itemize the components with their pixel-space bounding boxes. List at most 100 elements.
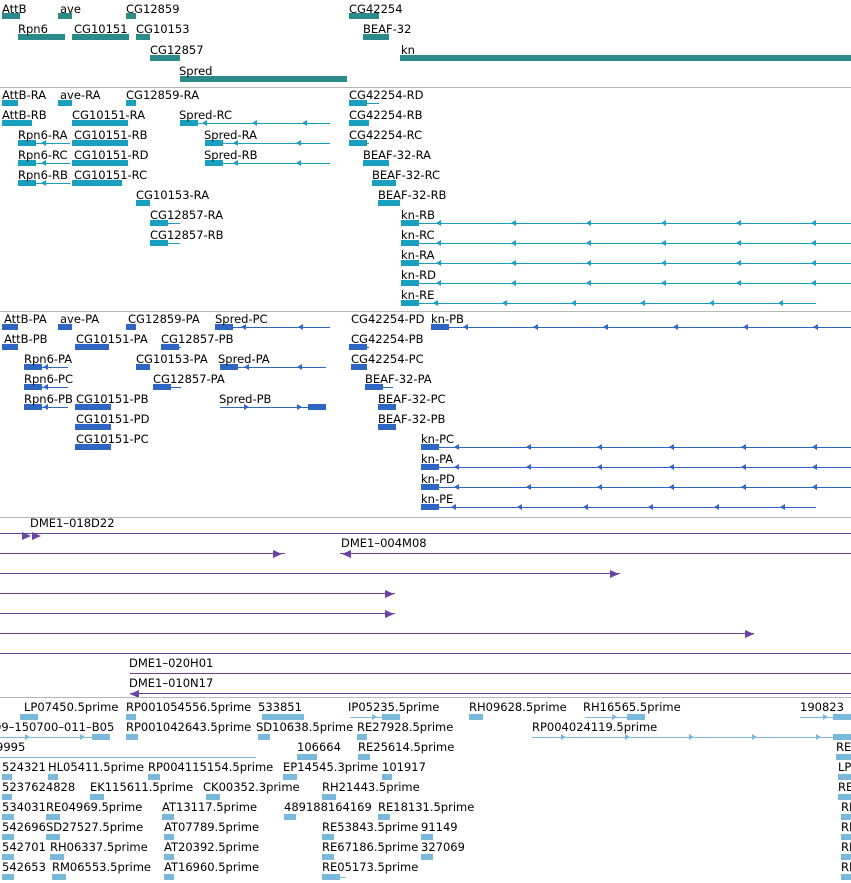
feature-cg12859-label[interactable]: CG12859: [126, 3, 180, 16]
feature-rm06553-5prime-label[interactable]: RM06553.5prime: [52, 861, 151, 874]
feature-rpn6-pa-label[interactable]: Rpn6-PA: [24, 353, 72, 366]
feature-rpn6-rb-label[interactable]: Rpn6-RB: [18, 169, 68, 182]
feature-dme1-020h01-glyph[interactable]: [130, 673, 851, 674]
feature-re-edge-2-label[interactable]: RE: [838, 781, 851, 794]
feature-327069-label[interactable]: 327069: [421, 841, 465, 854]
feature-beaf-32-label[interactable]: BEAF-32: [363, 23, 411, 36]
feature-dme1-010n17-glyph[interactable]: [130, 693, 851, 694]
feature-beaf-32-ra-label[interactable]: BEAF-32-RA: [363, 149, 431, 162]
feature-re53843-5prime-label[interactable]: RE53843.5prime: [322, 821, 418, 834]
feature-cg10151-ra-label[interactable]: CG10151-RA: [72, 109, 145, 122]
feature-kn-pb-label[interactable]: kn-PB: [431, 313, 464, 326]
feature-cg10151-pc-label[interactable]: CG10151-PC: [76, 433, 149, 446]
feature-rh09628-5prime-glyph[interactable]: [469, 714, 483, 720]
feature-cg10151-pb-label[interactable]: CG10151-PB: [76, 393, 149, 406]
feature-kn-pd-label[interactable]: kn-PD: [421, 473, 455, 486]
feature-ip05235-5prime-label[interactable]: IP05235.5prime: [348, 701, 439, 714]
feature-rp004024119-5prime-label[interactable]: RP004024119.5prime: [532, 721, 657, 734]
feature-dme1-018d22-glyph[interactable]: [0, 533, 851, 534]
feature-dme1-004m08-label[interactable]: DME1–004M08: [341, 537, 427, 550]
feature-ri-edge-4-glyph[interactable]: [841, 874, 851, 880]
feature-ri-edge-2-label[interactable]: RI: [841, 821, 851, 834]
feature-kn-ra-label[interactable]: kn-RA: [401, 249, 435, 262]
feature-cg12859-pa-label[interactable]: CG12859-PA: [128, 313, 200, 326]
feature-rp004115154-5prime-label[interactable]: RP004115154.5prime: [148, 761, 273, 774]
feature-attb-pa-label[interactable]: AttB-PA: [4, 313, 47, 326]
feature-dme1-004m08-glyph[interactable]: [0, 553, 285, 554]
feature-re-edge-1-label[interactable]: RE: [836, 741, 851, 754]
feature-re05173-5prime-label[interactable]: RE05173.5prime: [322, 861, 418, 874]
feature-cg10151-rd-label[interactable]: CG10151-RD: [74, 149, 149, 162]
feature-kn-pc-label[interactable]: kn-PC: [421, 433, 454, 446]
feature-rp001042643-5prime-glyph[interactable]: [126, 734, 138, 740]
feature-cg10151-pd-label[interactable]: CG10151-PD: [76, 413, 149, 426]
feature-spred-pc-label[interactable]: Spred-PC: [215, 313, 268, 326]
feature-cg12857-pb-label[interactable]: CG12857-PB: [161, 333, 234, 346]
feature-dme1-020h01-glyph[interactable]: [0, 573, 620, 574]
feature-beaf-32-rc-label[interactable]: BEAF-32-RC: [372, 169, 440, 182]
feature-dme1-020h01-glyph[interactable]: [0, 653, 851, 654]
feature-ave-ra-label[interactable]: ave-RA: [60, 89, 100, 102]
feature-kn-re-glyph[interactable]: [401, 303, 816, 304]
feature-attb-rb-label[interactable]: AttB-RB: [2, 109, 47, 122]
feature-cg10151-pa-label[interactable]: CG10151-PA: [76, 333, 148, 346]
feature-cg42254-label[interactable]: CG42254: [349, 3, 403, 16]
feature-190823-label[interactable]: 190823: [800, 701, 844, 714]
feature-rpn6-pc-label[interactable]: Rpn6-PC: [24, 373, 73, 386]
feature-beaf-32-pc-label[interactable]: BEAF-32-PC: [378, 393, 446, 406]
feature-489188164169-label[interactable]: 489188164169: [284, 801, 372, 814]
feature-beaf-32-pb-label[interactable]: BEAF-32-PB: [378, 413, 445, 426]
feature-dme1-020h01-glyph[interactable]: [0, 633, 754, 634]
feature-rpn6-pb-label[interactable]: Rpn6-PB: [24, 393, 73, 406]
feature-kn-ra-glyph[interactable]: [401, 263, 851, 264]
feature-lp-edge-label[interactable]: LP: [838, 761, 851, 774]
feature-kn-rd-label[interactable]: kn-RD: [401, 269, 436, 282]
feature-re25614-5prime-label[interactable]: RE25614.5prime: [358, 741, 454, 754]
feature-rpn6-ra-label[interactable]: Rpn6-RA: [18, 129, 67, 142]
feature-534031-label[interactable]: 534031: [2, 801, 46, 814]
feature-at20392-5prime-label[interactable]: AT20392.5prime: [164, 841, 259, 854]
feature-dme1-018d22-label[interactable]: DME1–018D22: [30, 518, 115, 530]
feature-spred-rb-label[interactable]: Spred-RB: [204, 149, 257, 162]
feature-524321-label[interactable]: 524321: [2, 761, 46, 774]
feature-cg10151-rb-label[interactable]: CG10151-RB: [74, 129, 148, 142]
feature-106664-label[interactable]: 106664: [297, 741, 341, 754]
feature-ri-edge-4-label[interactable]: RI: [841, 861, 851, 874]
feature-ri-edge-3-label[interactable]: RI: [841, 841, 851, 854]
feature-cg10153-label[interactable]: CG10153: [136, 23, 190, 36]
feature-cg12857-ra-label[interactable]: CG12857-RA: [150, 209, 223, 222]
feature-533851-label[interactable]: 533851: [258, 701, 302, 714]
feature-ek115611-5prime-label[interactable]: EK115611.5prime: [90, 781, 193, 794]
feature-09-150700-011-b05-label[interactable]: 09–150700–011–B05: [0, 721, 114, 734]
feature-ri-edge-1-label[interactable]: RI: [841, 801, 851, 814]
feature-kn-rb-glyph[interactable]: [401, 223, 851, 224]
feature-cg12857-label[interactable]: CG12857: [150, 44, 204, 57]
feature-kn-pb-glyph[interactable]: [431, 327, 851, 328]
feature-rh09628-5prime-label[interactable]: RH09628.5prime: [469, 701, 567, 714]
feature-ave-pa-label[interactable]: ave-PA: [60, 313, 99, 326]
feature-489188164169-glyph[interactable]: [284, 814, 296, 820]
feature-542653-label[interactable]: 542653: [2, 861, 46, 874]
feature-542696-label[interactable]: 542696: [2, 821, 46, 834]
feature-attb-label[interactable]: AttB: [2, 3, 27, 16]
feature-re67186-5prime-label[interactable]: RE67186.5prime: [322, 841, 418, 854]
feature-5237624828-label[interactable]: 5237624828: [2, 781, 75, 794]
feature-542653-glyph[interactable]: [2, 874, 14, 880]
feature-rp001042643-5prime-label[interactable]: RP001042643.5prime: [126, 721, 251, 734]
feature-at16960-5prime-glyph[interactable]: [164, 874, 174, 880]
feature-9995-label[interactable]: 9995: [0, 741, 25, 754]
feature-at07789-5prime-label[interactable]: AT07789.5prime: [164, 821, 259, 834]
feature-at16960-5prime-label[interactable]: AT16960.5prime: [164, 861, 259, 874]
feature-rpn6-rc-label[interactable]: Rpn6-RC: [18, 149, 68, 162]
feature-cg42254-rc-label[interactable]: CG42254-RC: [349, 129, 422, 142]
feature-spred-rb-glyph[interactable]: [205, 163, 330, 164]
feature-kn-pa-glyph[interactable]: [421, 467, 851, 468]
feature-rp001054556-5prime-label[interactable]: RP001054556.5prime: [126, 701, 251, 714]
feature-ep14545-3prime-label[interactable]: EP14545.3prime: [283, 761, 378, 774]
feature-rh16565-5prime-label[interactable]: RH16565.5prime: [583, 701, 681, 714]
feature-hl05411-5prime-label[interactable]: HL05411.5prime: [48, 761, 144, 774]
feature-kn-label[interactable]: kn: [401, 44, 415, 57]
feature-kn-re-label[interactable]: kn-RE: [401, 289, 434, 302]
feature-cg12857-rb-label[interactable]: CG12857-RB: [150, 229, 224, 242]
feature-re04969-5prime-label[interactable]: RE04969.5prime: [46, 801, 142, 814]
